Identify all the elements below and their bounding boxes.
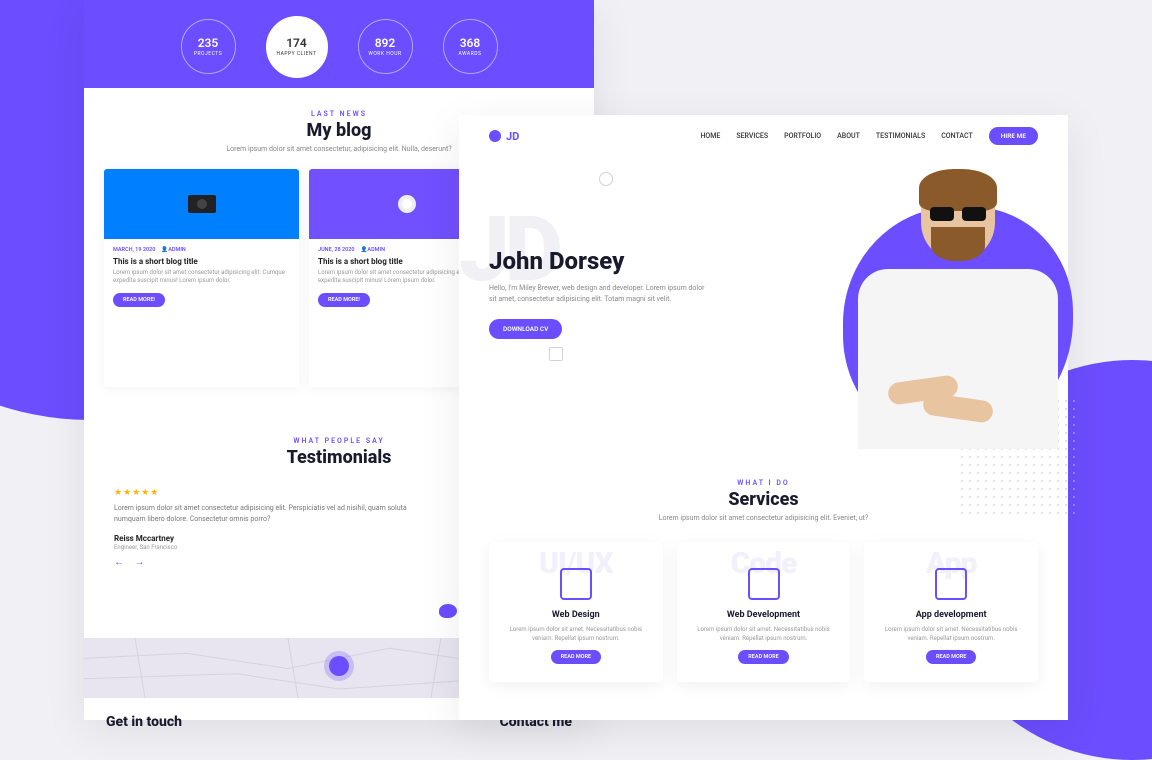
cup-icon: [398, 195, 416, 213]
hire-me-button[interactable]: HIRE ME: [989, 127, 1038, 145]
nav-testimonials[interactable]: TESTIMONIALS: [876, 132, 925, 140]
web-dev-icon: [748, 568, 780, 600]
nav-contact[interactable]: CONTACT: [941, 132, 973, 140]
blog-card[interactable]: MARCH, 19 2020👤ADMIN This is a short blo…: [104, 169, 299, 388]
read-more-button[interactable]: READ MORE!: [113, 293, 165, 307]
get-in-touch-heading: Get in touch: [106, 714, 182, 730]
web-design-icon: [560, 568, 592, 600]
stars-icon: ★★★★★: [114, 488, 434, 498]
app-dev-icon: [935, 568, 967, 600]
services-title: Services: [489, 489, 1038, 510]
hero-desc: Hello, I'm Miley Brewer, web design and …: [489, 283, 709, 305]
testi-role: Engineer, San Francisco: [114, 544, 434, 551]
read-more-button[interactable]: READ MORE: [551, 650, 601, 664]
stats-bar: 235PROJECTS 174HAPPY CLIENT 892WORK HOUR…: [84, 0, 594, 88]
logo-icon: [489, 130, 501, 142]
testi-nav[interactable]: ← →: [114, 557, 434, 568]
camera-icon: [188, 195, 216, 213]
nav-home[interactable]: HOME: [700, 132, 720, 140]
service-card[interactable]: Code Web Development Lorem ipsum dolor s…: [677, 542, 851, 682]
nav-services[interactable]: SERVICES: [736, 132, 768, 140]
service-card[interactable]: App App development Lorem ipsum dolor si…: [864, 542, 1038, 682]
stat-awards: 368AWARDS: [443, 19, 498, 74]
nav-portfolio[interactable]: PORTFOLIO: [784, 132, 821, 140]
navbar: JD HOME SERVICES PORTFOLIO ABOUT TESTIMO…: [459, 115, 1068, 157]
blog-image: [104, 169, 299, 239]
testi-quote: Lorem ipsum dolor sit amet consectetur a…: [114, 503, 434, 524]
logo[interactable]: JD: [489, 130, 519, 143]
read-more-button[interactable]: READ MORE!: [318, 293, 370, 307]
stat-projects: 235PROJECTS: [181, 19, 236, 74]
stat-clients: 174HAPPY CLIENT: [266, 16, 328, 78]
right-mockup: JD HOME SERVICES PORTFOLIO ABOUT TESTIMO…: [459, 115, 1068, 720]
service-card[interactable]: UI/UX Web Design Lorem ipsum dolor sit a…: [489, 542, 663, 682]
download-cv-button[interactable]: DOWNLOAD CV: [489, 319, 562, 339]
hero-section: JD ✕ John Dorsey Hello, I'm Miley Brewer…: [459, 157, 1068, 457]
testi-name: Reiss Mccartney: [114, 534, 434, 543]
read-more-button[interactable]: READ MORE: [926, 650, 976, 664]
services-sub: Lorem ipsum dolor sit amet consectetur a…: [489, 514, 1038, 524]
read-more-button[interactable]: READ MORE: [738, 650, 788, 664]
nav-about[interactable]: ABOUT: [837, 132, 860, 140]
stat-hours: 892WORK HOUR: [358, 19, 413, 74]
map-pin-icon: [329, 656, 349, 676]
